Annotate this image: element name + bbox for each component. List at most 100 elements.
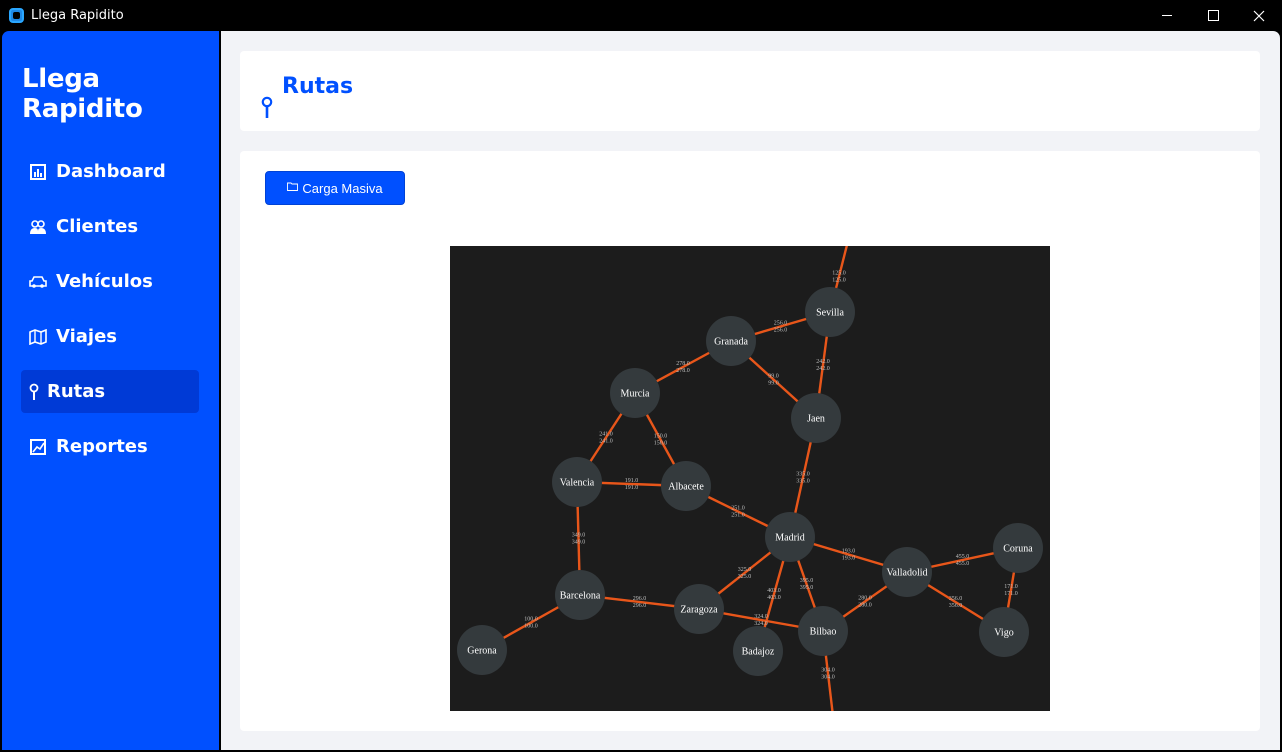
- city-node-label: Sevilla: [816, 308, 844, 319]
- edge-weight-label: 280.0: [858, 603, 872, 609]
- edge-weight-label: 395.0: [800, 585, 814, 591]
- sidebar-item-label: Vehículos: [56, 271, 153, 292]
- edge-weight-label: 304.0: [821, 675, 835, 681]
- sidebar-item-clientes[interactable]: Clientes: [21, 205, 199, 248]
- edge-weight-label: 171.0: [1004, 591, 1018, 597]
- car-icon: [29, 273, 47, 291]
- edge-weight-label: 356.0: [949, 596, 963, 602]
- edge-weight-label: 256.0: [774, 328, 788, 334]
- edge-weight-label: 356.0: [949, 603, 963, 609]
- edge-weight-label: 278.0: [676, 368, 690, 374]
- city-node-label: Valencia: [560, 478, 595, 489]
- bulk-load-button[interactable]: Carga Masiva: [265, 171, 405, 205]
- sidebar-item-viajes[interactable]: Viajes: [21, 315, 199, 358]
- city-node[interactable]: Bilbao: [798, 606, 848, 656]
- close-button[interactable]: [1236, 0, 1282, 31]
- edge-weight-label: 251.0: [731, 513, 745, 519]
- chart-icon: [29, 438, 47, 456]
- city-node-label: Gerona: [467, 646, 497, 657]
- route-graph[interactable]: 125.0 125.0 256.0 256.0 242.0 242.0 278.0 278.0…: [450, 246, 1050, 711]
- city-node-label: Bilbao: [810, 627, 837, 638]
- close-icon: [1253, 10, 1265, 21]
- sidebar-item-dashboard[interactable]: Dashboard: [21, 150, 199, 193]
- edge-weight-label: 335.0: [796, 472, 810, 478]
- city-node-label: Granada: [714, 337, 748, 348]
- city-node[interactable]: Sevilla: [805, 287, 855, 337]
- edge-weight-label: 242.0: [816, 359, 830, 365]
- edge-weight-label: 171.0: [1004, 584, 1018, 590]
- sidebar-item-vehiculos[interactable]: Vehículos: [21, 260, 199, 303]
- edge-weight-label: 125.0: [832, 271, 846, 277]
- edge-weight-label: 349.0: [572, 540, 586, 546]
- sidebar-item-reportes[interactable]: Reportes: [21, 425, 199, 468]
- city-node[interactable]: Gerona: [457, 625, 507, 675]
- bulk-load-label: Carga Masiva: [302, 180, 383, 196]
- city-node[interactable]: Jaen: [791, 393, 841, 443]
- edge-weight-label: 324.0: [754, 614, 768, 620]
- edge-weight-label: 455.0: [956, 561, 970, 567]
- city-node[interactable]: Madrid: [765, 512, 815, 562]
- pin-icon: [29, 383, 39, 401]
- edge-weight-label: 296.0: [633, 596, 647, 602]
- city-node-label: Murcia: [621, 389, 650, 400]
- edge-weight-label: 100.0: [524, 624, 538, 630]
- route-graph-canvas: 125.0125.0 256.0256.0 242.0242.0 278.0278.0…: [457, 246, 1043, 711]
- window-title: Llega Rapidito: [31, 8, 124, 23]
- city-node[interactable]: Granada: [706, 316, 756, 366]
- edge-weight-label: 193.0: [842, 556, 856, 562]
- city-node[interactable]: Valencia: [552, 457, 602, 507]
- city-node[interactable]: Albacete: [661, 461, 711, 511]
- edge-weight-label: 395.0: [800, 578, 814, 584]
- edge-weight-label: 403.0: [767, 595, 781, 601]
- city-node[interactable]: Badajoz: [733, 626, 783, 676]
- edge-weight-label: 296.0: [633, 603, 647, 609]
- city-node-label: Zaragoza: [680, 605, 718, 616]
- edge-weight-label: 125.0: [832, 278, 846, 284]
- city-node[interactable]: Vigo: [979, 607, 1029, 657]
- edge-weight-label: 325.0: [738, 567, 752, 573]
- routes-panel: Carga Masiva 125.0 125.0 256.0 256.0 242.0 24…: [240, 151, 1260, 731]
- edge-weight-label: 280.0: [858, 596, 872, 602]
- edge-weight-label: 241.0: [599, 432, 613, 438]
- edge-weight-label: 193.0: [842, 549, 856, 555]
- bar-chart-icon: [29, 163, 47, 181]
- edge-weight-label: 403.0: [767, 588, 781, 594]
- city-node[interactable]: Murcia: [610, 368, 660, 418]
- people-icon: [29, 218, 47, 236]
- city-node-label: Barcelona: [560, 591, 601, 602]
- brand-title: Llega Rapidito: [22, 64, 143, 124]
- edge-weight-label: 242.0: [816, 366, 830, 372]
- city-node[interactable]: Valladolid: [882, 547, 932, 597]
- map-icon: [29, 328, 47, 346]
- sidebar-item-label: Rutas: [47, 381, 106, 402]
- edge-weight-label: 325.0: [738, 574, 752, 580]
- sidebar: Llega Rapidito Dashboard Clientes Vehícu…: [2, 31, 219, 750]
- maximize-button[interactable]: [1190, 0, 1236, 31]
- city-node[interactable]: Coruna: [993, 523, 1043, 573]
- city-node[interactable]: Barcelona: [555, 570, 605, 620]
- edge-weight-label: 304.0: [821, 668, 835, 674]
- title-bar[interactable]: Llega Rapidito: [0, 0, 1282, 31]
- edge-weight-label: 349.0: [572, 533, 586, 539]
- edge-weight-label: 150.0: [654, 434, 668, 440]
- edge-weight-label: 191.0: [625, 478, 639, 484]
- city-node-label: Vigo: [994, 628, 1013, 639]
- sidebar-item-label: Viajes: [56, 326, 118, 347]
- city-node[interactable]: Zaragoza: [674, 584, 724, 634]
- sidebar-item-rutas[interactable]: Rutas: [21, 370, 199, 413]
- city-node-label: Coruna: [1003, 544, 1033, 555]
- edge-weight-label: 99.0: [768, 381, 779, 387]
- edge-weight-label: 191.0: [625, 485, 639, 491]
- edge-weight-label: 100.0: [524, 617, 538, 623]
- city-node-label: Jaen: [807, 414, 825, 425]
- city-node-label: Madrid: [775, 533, 804, 544]
- sidebar-item-label: Dashboard: [56, 161, 166, 182]
- edge-weight-label: 241.0: [599, 439, 613, 445]
- edge-weight-label: 278.0: [676, 361, 690, 367]
- header-card: Rutas: [240, 51, 1260, 131]
- city-node-label: Badajoz: [742, 647, 775, 658]
- sidebar-item-label: Reportes: [56, 436, 148, 457]
- folder-icon: [287, 182, 299, 194]
- city-node-label: Albacete: [668, 482, 704, 493]
- minimize-button[interactable]: [1144, 0, 1190, 31]
